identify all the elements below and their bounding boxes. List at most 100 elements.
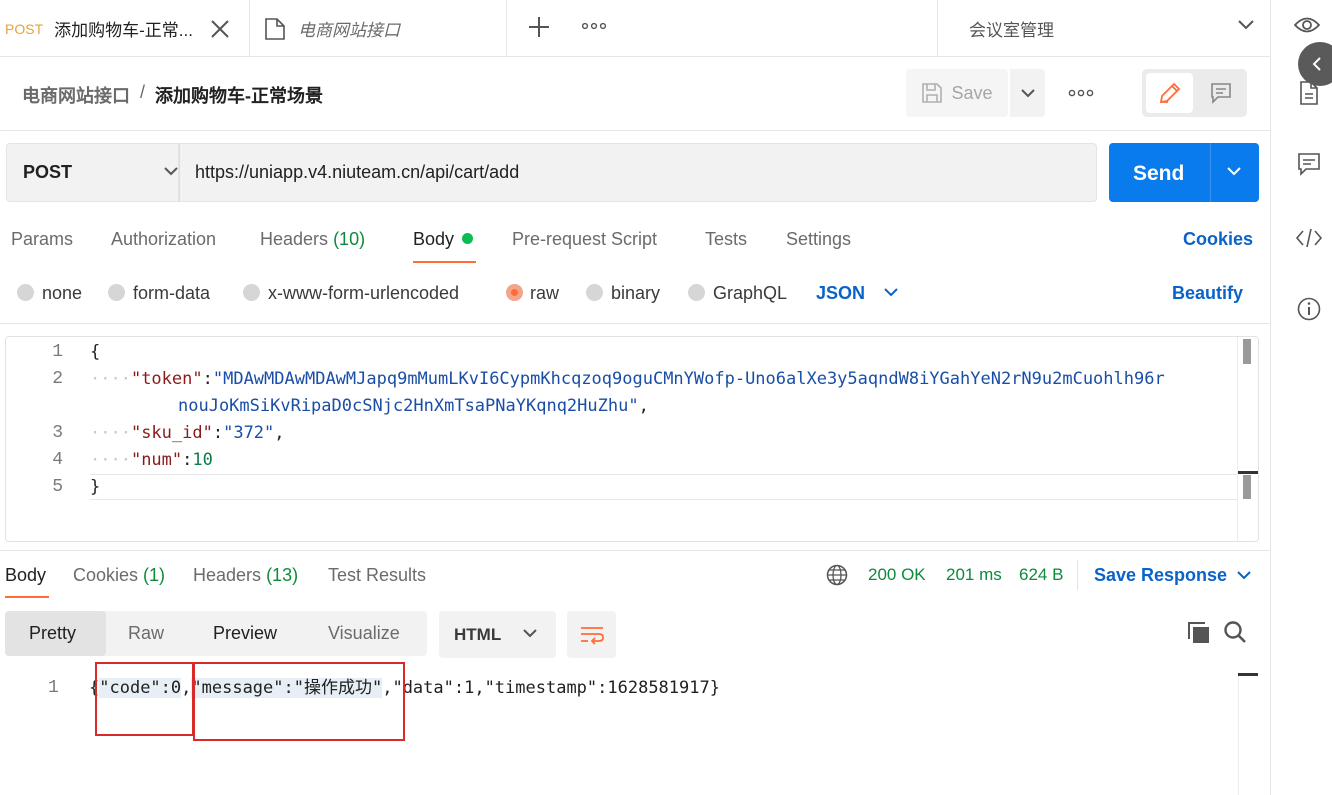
response-view-switcher: Pretty Raw Preview Visualize xyxy=(5,611,427,656)
radio-form-data[interactable] xyxy=(108,284,125,301)
indent-guide: ···· xyxy=(90,423,131,443)
view-pretty[interactable]: Pretty xyxy=(29,623,76,644)
tab-prerequest-script[interactable]: Pre-request Script xyxy=(512,229,657,250)
comment-icon xyxy=(1210,82,1232,104)
plus-icon[interactable] xyxy=(528,16,550,38)
json-string: "372" xyxy=(223,423,275,443)
response-size[interactable]: 624 B xyxy=(1019,565,1063,585)
json-number: 10 xyxy=(192,450,213,470)
environment-selector[interactable]: 会议室管理 xyxy=(937,0,1270,57)
beautify-link[interactable]: Beautify xyxy=(1172,283,1243,304)
breadcrumb-request[interactable]: 添加购物车-正常场景 xyxy=(155,82,323,108)
chevron-down-icon[interactable] xyxy=(884,288,898,297)
chevron-down-icon xyxy=(523,629,537,638)
json-colon: : xyxy=(182,450,193,470)
method-label: POST xyxy=(23,162,73,182)
view-visualize[interactable]: Visualize xyxy=(328,623,400,644)
response-tab-body[interactable]: Body xyxy=(5,565,46,586)
response-tab-headers[interactable]: Headers (13) xyxy=(193,565,298,586)
save-label: Save xyxy=(951,82,993,103)
method-select[interactable]: POST xyxy=(6,143,179,202)
wrap-lines-icon xyxy=(580,625,604,645)
json-key: "token" xyxy=(130,369,203,389)
eye-icon[interactable] xyxy=(1294,15,1320,35)
status-code[interactable]: 200 OK xyxy=(868,565,926,585)
pane-divider[interactable] xyxy=(0,550,1270,551)
language-select[interactable]: JSON xyxy=(816,283,865,304)
response-tab-cookies-label: Cookies xyxy=(73,565,139,585)
tab-headers[interactable]: Headers (10) xyxy=(260,229,365,250)
url-input[interactable]: https://uniapp.v4.niuteam.cn/api/cart/ad… xyxy=(179,143,1097,202)
response-tab-test-results[interactable]: Test Results xyxy=(328,565,426,586)
radio-binary[interactable] xyxy=(586,284,603,301)
save-icon xyxy=(921,82,943,104)
close-icon[interactable] xyxy=(208,17,232,41)
tab-bar: POST 添加购物车-正常... 电商网站接口 会议室管理 xyxy=(0,0,1270,57)
send-options-chevron-icon[interactable] xyxy=(1227,167,1241,176)
json-colon: : xyxy=(212,423,224,443)
more-options-icon[interactable] xyxy=(1068,80,1094,106)
wrap-lines-button[interactable] xyxy=(567,611,616,658)
tab-method-badge: POST xyxy=(5,20,44,37)
search-icon[interactable] xyxy=(1223,620,1247,644)
json-key: "sku_id" xyxy=(130,423,213,443)
view-raw[interactable]: Raw xyxy=(128,623,164,644)
save-response-button[interactable]: Save Response xyxy=(1094,565,1227,586)
tab-tests[interactable]: Tests xyxy=(705,229,747,250)
globe-icon[interactable] xyxy=(826,564,848,586)
chevron-left-icon xyxy=(1312,57,1322,71)
comment-mode-button[interactable] xyxy=(1198,73,1243,113)
json-string: "MDAwMDAwMDAwMJapq9mMumLKvI6CypmKhcqzoq9… xyxy=(212,369,1165,389)
tab-authorization[interactable]: Authorization xyxy=(111,229,216,250)
pencil-icon xyxy=(1158,81,1182,105)
send-button[interactable]: Send xyxy=(1109,143,1259,202)
view-preview[interactable]: Preview xyxy=(213,623,277,644)
tab-body[interactable]: Body xyxy=(413,229,474,250)
radio-none-label: none xyxy=(42,283,83,303)
body-indicator-dot xyxy=(462,233,474,244)
breadcrumb-collection[interactable]: 电商网站接口 xyxy=(22,82,130,108)
tab-headers-label: Headers xyxy=(260,229,329,249)
document-icon xyxy=(264,17,286,41)
line-number: 5 xyxy=(52,477,63,497)
request-body-editor[interactable]: 1 2 3 4 5 { ····"token":"MDAwMDAwMDAwMJa… xyxy=(5,336,1259,542)
code-icon[interactable] xyxy=(1295,227,1323,249)
radio-urlencoded[interactable] xyxy=(243,284,260,301)
json-colon: : xyxy=(202,369,213,389)
chevron-down-icon[interactable] xyxy=(1237,571,1251,580)
edit-mode-button[interactable] xyxy=(1146,73,1193,113)
divider xyxy=(0,130,1270,131)
tab-headers-count: (10) xyxy=(333,229,366,249)
json-comma: , xyxy=(638,396,649,416)
radio-none[interactable] xyxy=(17,284,34,301)
divider xyxy=(0,323,1270,324)
tab-params[interactable]: Params xyxy=(11,229,73,250)
tab-collection[interactable]: 电商网站接口 xyxy=(250,0,507,57)
copy-icon[interactable] xyxy=(1187,621,1211,645)
tab-settings[interactable]: Settings xyxy=(786,229,851,250)
editor-scrollbar-thumb[interactable] xyxy=(1243,339,1251,364)
tab-add-cart[interactable]: POST 添加购物车-正常... xyxy=(0,0,250,57)
comments-icon[interactable] xyxy=(1297,152,1321,176)
format-select[interactable]: HTML xyxy=(439,611,556,658)
radio-graphql[interactable] xyxy=(688,284,705,301)
response-tab-cookies[interactable]: Cookies (1) xyxy=(73,565,165,586)
radio-raw[interactable] xyxy=(506,284,523,301)
active-tab-underline xyxy=(413,261,476,263)
chevron-down-icon xyxy=(1238,20,1254,30)
cookies-link[interactable]: Cookies xyxy=(1183,229,1253,250)
save-button[interactable]: Save xyxy=(906,69,1008,117)
annotation-box-message xyxy=(193,662,405,741)
code-line: ····"token":"MDAwMDAwMDAwMJapq9mMumLKvI6… xyxy=(90,366,1165,393)
send-divider xyxy=(1210,143,1211,202)
editor-scroll-track xyxy=(1237,337,1238,541)
info-icon[interactable] xyxy=(1297,297,1321,321)
save-options-dropdown[interactable] xyxy=(1010,69,1045,117)
divider xyxy=(1077,560,1078,590)
chevron-down-icon xyxy=(164,167,178,176)
brace: { xyxy=(90,342,101,362)
json-key: "num" xyxy=(130,450,183,470)
code-line: ····"sku_id":"372", xyxy=(90,420,285,447)
more-tabs-icon[interactable] xyxy=(582,22,606,30)
response-time[interactable]: 201 ms xyxy=(946,565,1002,585)
